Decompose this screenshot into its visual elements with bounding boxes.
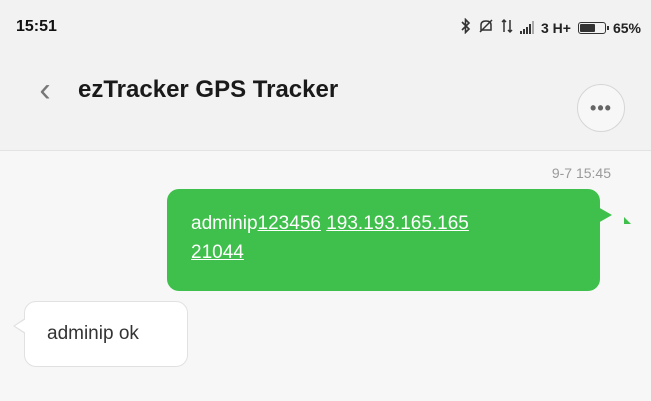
status-bar: 15:51 3 H+ 65%: [0, 0, 651, 52]
signal-icon: [520, 21, 534, 34]
sent-message-link-password[interactable]: 123456: [258, 213, 321, 234]
network-label: 3 H+: [541, 19, 571, 36]
more-icon: •••: [590, 97, 612, 118]
battery-percent: 65%: [612, 19, 641, 36]
battery-fill: [579, 23, 595, 32]
more-options-button[interactable]: •••: [577, 84, 625, 132]
received-message-text: adminip ok: [47, 323, 139, 344]
message-list[interactable]: 9-7 15:45 adminip123456 193.193.165.165 …: [0, 151, 651, 401]
battery-icon: [577, 21, 609, 34]
message-timestamp: 9-7 15:45: [551, 165, 611, 181]
sent-status-icon: [624, 217, 631, 224]
chat-title: ezTracker GPS Tracker: [78, 76, 339, 103]
status-time: 15:51: [16, 18, 57, 35]
sent-message-bubble[interactable]: adminip123456 193.193.165.165 21044: [167, 189, 612, 291]
chat-header: ‹ ezTracker GPS Tracker •••: [0, 52, 651, 151]
status-icons: 3 H+ 65%: [461, 17, 641, 37]
back-icon: ‹: [39, 71, 51, 109]
back-button[interactable]: ‹: [32, 72, 58, 108]
bluetooth-icon: [461, 17, 471, 37]
received-message-bubble[interactable]: adminip ok: [13, 301, 188, 367]
silent-icon: [478, 18, 494, 37]
sent-message-prefix: adminip: [191, 213, 258, 234]
sent-message-link-port[interactable]: 21044: [191, 242, 244, 263]
data-arrows-icon: [501, 18, 513, 37]
sent-message-link-ip[interactable]: 193.193.165.165: [326, 213, 469, 234]
